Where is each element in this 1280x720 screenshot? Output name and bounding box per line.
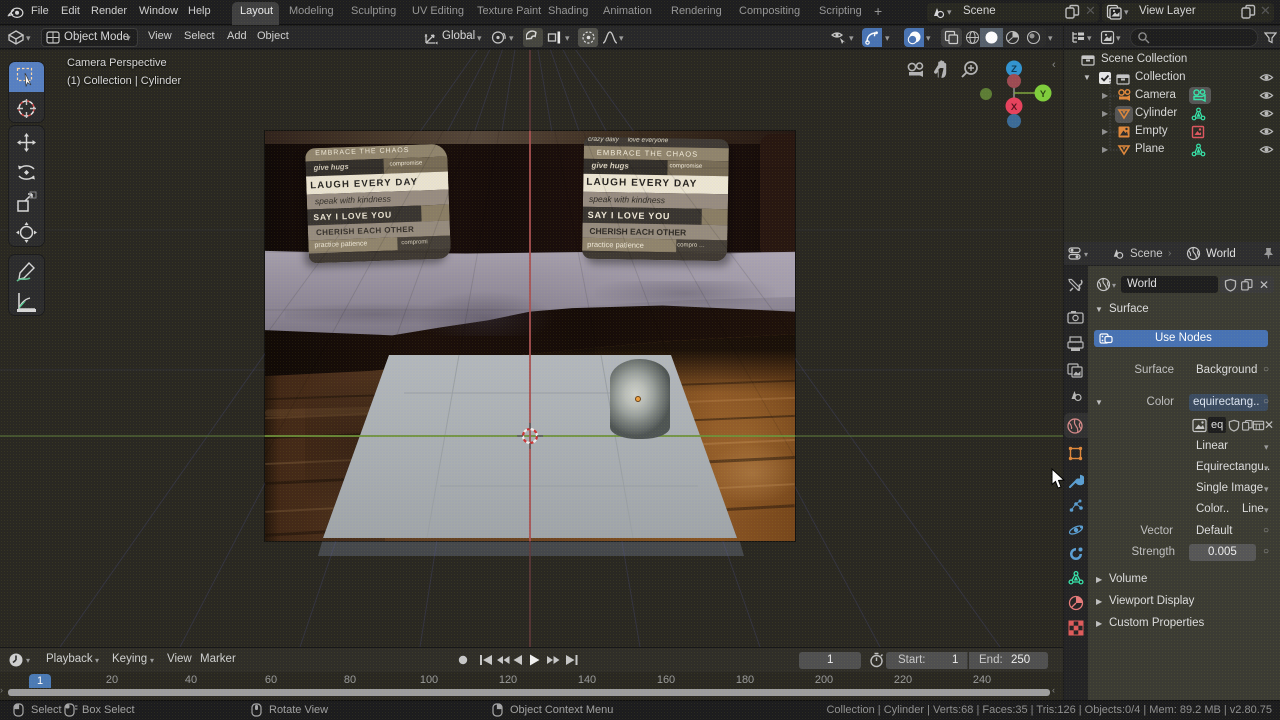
svg-text:Z: Z: [1011, 64, 1017, 75]
svg-text:X: X: [1011, 102, 1018, 113]
svg-text:Y: Y: [1040, 89, 1047, 100]
